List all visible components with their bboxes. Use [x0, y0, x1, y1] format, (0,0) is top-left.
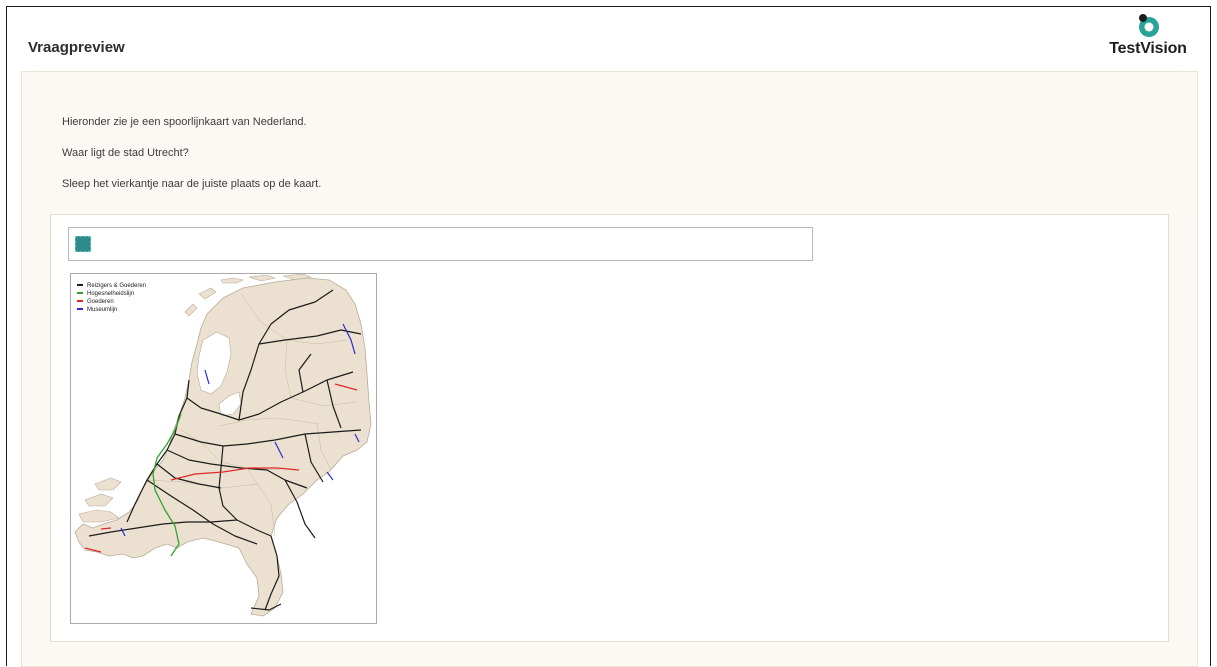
legend-label: Museumlijn	[87, 307, 118, 313]
testvision-logo: TestVision	[1098, 13, 1198, 73]
legend-item: Reizigers & Goederen	[77, 282, 146, 290]
draggable-square[interactable]	[75, 236, 91, 252]
dropzone-map[interactable]: Reizigers & Goederen Hogesnelheidslijn G…	[70, 273, 377, 624]
page-title: Vraagpreview	[28, 39, 125, 56]
legend-label: Goederen	[87, 299, 114, 305]
legend-swatch	[77, 308, 83, 311]
railway-map-netherlands	[74, 274, 372, 617]
legend-item: Museumlijn	[77, 306, 146, 314]
drag-drop-interaction: Reizigers & Goederen Hogesnelheidslijn G…	[50, 214, 1169, 642]
question-preview-panel: Hieronder zie je een spoorlijnkaart van …	[21, 71, 1198, 667]
legend-label: Hogesnelheidslijn	[87, 291, 135, 297]
legend-label: Reizigers & Goederen	[87, 283, 147, 289]
legend-item: Goederen	[77, 298, 146, 306]
legend-item: Hogesnelheidslijn	[77, 290, 146, 298]
testvision-logo-icon	[1139, 14, 1159, 37]
legend-swatch	[77, 300, 83, 303]
map-legend: Reizigers & Goederen Hogesnelheidslijn G…	[77, 282, 146, 314]
question-instruction: Sleep het vierkantje naar de juiste plaa…	[62, 178, 322, 190]
drag-source-tray	[68, 227, 813, 261]
question-intro: Hieronder zie je een spoorlijnkaart van …	[62, 116, 307, 128]
preview-window: Vraagpreview TestVision Hieronder zie je…	[6, 6, 1211, 667]
header: Vraagpreview TestVision	[7, 7, 1210, 73]
legend-swatch	[77, 284, 83, 287]
logo-text: TestVision	[1109, 40, 1187, 57]
question-prompt: Waar ligt de stad Utrecht?	[62, 147, 189, 159]
legend-swatch	[77, 292, 83, 295]
